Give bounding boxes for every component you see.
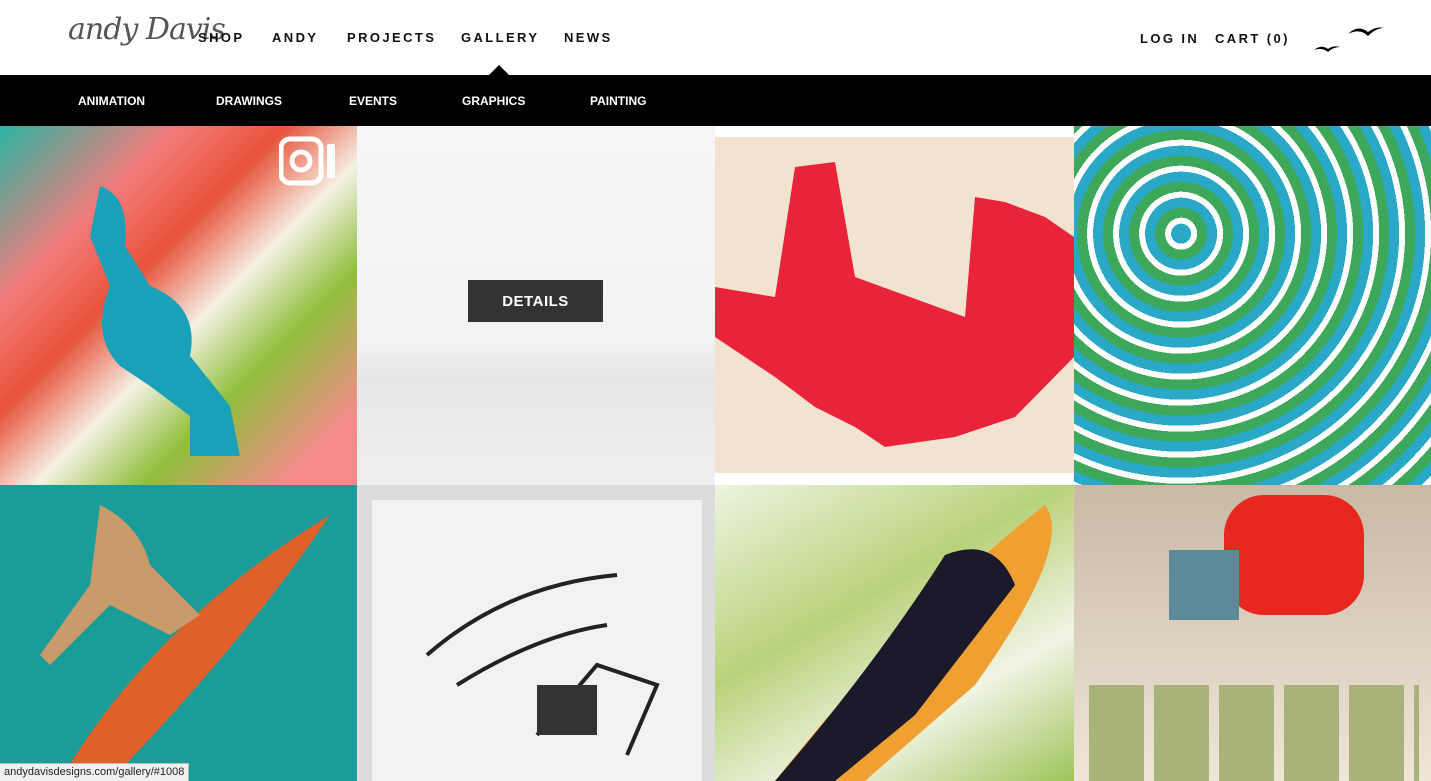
subnav-painting[interactable]: PAINTING — [590, 94, 646, 108]
status-bar-url: andydavisdesigns.com/gallery/#1008 — [0, 763, 190, 781]
log-in-link[interactable]: LOG IN — [1140, 31, 1199, 46]
details-button[interactable]: DETAILS — [468, 280, 603, 322]
gallery-item-watercolor-surfer[interactable] — [715, 485, 1074, 781]
subnav-animation[interactable]: ANIMATION — [78, 94, 145, 108]
gallery-item-line-drawing[interactable] — [357, 485, 715, 781]
nav-projects[interactable]: PROJECTS — [347, 30, 436, 45]
gallery-item-artist-painting[interactable] — [1074, 485, 1431, 781]
nav-andy[interactable]: ANDY — [272, 30, 318, 45]
surfer-figure — [775, 505, 1052, 781]
active-nav-caret — [489, 65, 509, 75]
gallery-item-surfer-girls[interactable] — [715, 126, 1074, 485]
site-header: andy Davis SHOP ANDY PROJECTS GALLERY NE… — [0, 0, 1431, 75]
nav-gallery[interactable]: GALLERY — [461, 30, 539, 45]
subnav-graphics[interactable]: GRAPHICS — [462, 94, 525, 108]
subnav-drawings[interactable]: DRAWINGS — [216, 94, 282, 108]
gallery-item-floral-pattern[interactable] — [1074, 126, 1431, 485]
nav-news[interactable]: NEWS — [564, 30, 613, 45]
gallery-item-surfer-orange-board[interactable] — [0, 485, 357, 781]
subnav-events[interactable]: EVENTS — [349, 94, 397, 108]
nav-shop[interactable]: SHOP — [198, 30, 244, 45]
instagram-video-icon[interactable] — [279, 136, 339, 186]
gallery-item-surfer-zigzag[interactable] — [0, 126, 357, 485]
drawing-lines — [425, 573, 660, 756]
sub-navigation: ANIMATION DRAWINGS EVENTS GRAPHICS PAINT… — [0, 75, 1431, 126]
cart-link[interactable]: CART (0) — [1215, 31, 1290, 46]
surfer-silhouettes — [715, 162, 1074, 447]
surfboard — [40, 505, 330, 781]
birds-icon — [1314, 27, 1384, 52]
